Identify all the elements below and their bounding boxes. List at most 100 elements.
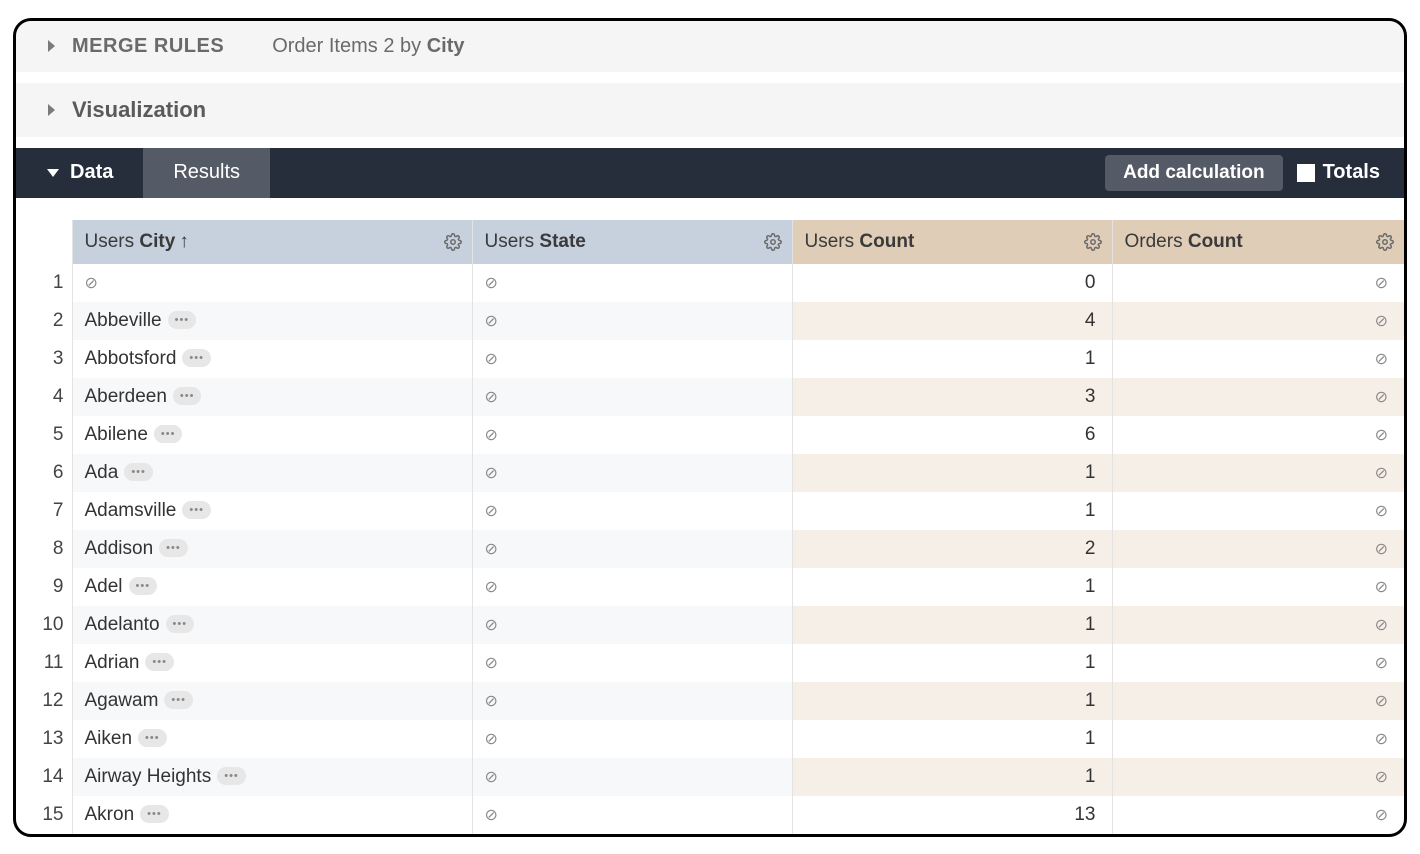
cell-orders-count[interactable]: ⊘ — [1112, 758, 1404, 796]
cell-orders-count[interactable]: ⊘ — [1112, 454, 1404, 492]
null-icon: ⊘ — [1375, 387, 1388, 407]
cell-city[interactable]: Akron••• — [72, 796, 472, 834]
merge-rules-section[interactable]: MERGE RULES Order Items 2 by City — [16, 21, 1404, 73]
cell-city[interactable]: Adrian ••• — [72, 644, 472, 682]
cell-orders-count[interactable]: ⊘ — [1112, 530, 1404, 568]
cell-state[interactable]: ⊘ — [472, 264, 792, 302]
cell-city[interactable]: Abbotsford••• — [72, 340, 472, 378]
cell-state[interactable]: ⊘ — [472, 606, 792, 644]
cell-orders-count[interactable]: ⊘ — [1112, 264, 1404, 302]
cell-orders-count[interactable]: ⊘ — [1112, 340, 1404, 378]
cell-city[interactable]: Addison••• — [72, 530, 472, 568]
cell-city[interactable]: Abbeville••• — [72, 302, 472, 340]
totals-toggle[interactable]: Totals — [1297, 148, 1404, 198]
cell-users-count[interactable]: 1 — [792, 568, 1112, 606]
null-icon: ⊘ — [1375, 349, 1388, 369]
cell-users-count[interactable]: 13 — [792, 796, 1112, 834]
checkbox-icon[interactable] — [1297, 164, 1315, 182]
cell-orders-count[interactable]: ⊘ — [1112, 492, 1404, 530]
tab-results[interactable]: Results — [143, 148, 270, 198]
table-row: 5Abilene•••⊘6⊘ — [16, 416, 1404, 454]
cell-state[interactable]: ⊘ — [472, 340, 792, 378]
ellipsis-icon[interactable]: ••• — [217, 767, 246, 785]
ellipsis-icon[interactable]: ••• — [138, 729, 167, 747]
cell-state[interactable]: ⊘ — [472, 302, 792, 340]
cell-users-count[interactable]: 1 — [792, 720, 1112, 758]
gear-icon[interactable] — [1084, 233, 1102, 251]
cell-state[interactable]: ⊘ — [472, 530, 792, 568]
column-users-count[interactable]: Users Count — [792, 220, 1112, 264]
cell-city[interactable]: Agawam••• — [72, 682, 472, 720]
ellipsis-icon[interactable]: ••• — [173, 387, 202, 405]
cell-state[interactable]: ⊘ — [472, 758, 792, 796]
null-icon: ⊘ — [1375, 539, 1388, 559]
gear-icon[interactable] — [444, 233, 462, 251]
cell-users-count[interactable]: 6 — [792, 416, 1112, 454]
gear-icon[interactable] — [1376, 233, 1394, 251]
null-icon: ⊘ — [485, 311, 498, 331]
ellipsis-icon[interactable]: ••• — [140, 805, 169, 823]
cell-users-count[interactable]: 0 — [792, 264, 1112, 302]
ellipsis-icon[interactable]: ••• — [159, 539, 188, 557]
cell-users-count[interactable]: 1 — [792, 340, 1112, 378]
cell-state[interactable]: ⊘ — [472, 492, 792, 530]
cell-orders-count[interactable]: ⊘ — [1112, 416, 1404, 454]
row-number: 9 — [16, 568, 72, 606]
cell-state[interactable]: ⊘ — [472, 416, 792, 454]
ellipsis-icon[interactable]: ••• — [154, 425, 183, 443]
ellipsis-icon[interactable]: ••• — [168, 311, 197, 329]
cell-city-value: Adamsville — [85, 500, 177, 521]
cell-orders-count[interactable]: ⊘ — [1112, 720, 1404, 758]
cell-orders-count[interactable]: ⊘ — [1112, 606, 1404, 644]
cell-state[interactable]: ⊘ — [472, 644, 792, 682]
cell-city-value: Adrian — [85, 652, 140, 673]
ellipsis-icon[interactable]: ••• — [182, 501, 211, 519]
cell-orders-count[interactable]: ⊘ — [1112, 682, 1404, 720]
cell-city[interactable]: Adelanto••• — [72, 606, 472, 644]
cell-users-count[interactable]: 1 — [792, 644, 1112, 682]
ellipsis-icon[interactable]: ••• — [166, 615, 195, 633]
cell-users-count[interactable]: 1 — [792, 606, 1112, 644]
cell-city[interactable]: Airway Heights••• — [72, 758, 472, 796]
cell-orders-count[interactable]: ⊘ — [1112, 796, 1404, 834]
column-orders-count[interactable]: Orders Count — [1112, 220, 1404, 264]
add-calculation-button[interactable]: Add calculation — [1105, 155, 1282, 191]
cell-users-count[interactable]: 1 — [792, 492, 1112, 530]
ellipsis-icon[interactable]: ••• — [182, 349, 211, 367]
sort-asc-icon: ↑ — [179, 231, 189, 252]
cell-orders-count[interactable]: ⊘ — [1112, 378, 1404, 416]
cell-state[interactable]: ⊘ — [472, 378, 792, 416]
column-users-state[interactable]: Users State — [472, 220, 792, 264]
ellipsis-icon[interactable]: ••• — [129, 577, 158, 595]
cell-state[interactable]: ⊘ — [472, 454, 792, 492]
cell-city[interactable]: Aiken••• — [72, 720, 472, 758]
cell-users-count[interactable]: 1 — [792, 758, 1112, 796]
ellipsis-icon[interactable]: ••• — [145, 653, 174, 671]
cell-users-count[interactable]: 1 — [792, 454, 1112, 492]
cell-orders-count[interactable]: ⊘ — [1112, 302, 1404, 340]
cell-users-count[interactable]: 4 — [792, 302, 1112, 340]
cell-city[interactable]: Abilene••• — [72, 416, 472, 454]
cell-state[interactable]: ⊘ — [472, 796, 792, 834]
cell-users-count[interactable]: 3 — [792, 378, 1112, 416]
column-users-city[interactable]: Users City↑ — [72, 220, 472, 264]
cell-city[interactable]: Ada••• — [72, 454, 472, 492]
cell-state[interactable]: ⊘ — [472, 568, 792, 606]
cell-city[interactable]: Aberdeen ••• — [72, 378, 472, 416]
cell-city-value: Aberdeen — [85, 386, 167, 407]
cell-orders-count[interactable]: ⊘ — [1112, 568, 1404, 606]
cell-city[interactable]: Adamsville ••• — [72, 492, 472, 530]
cell-orders-count[interactable]: ⊘ — [1112, 644, 1404, 682]
cell-state[interactable]: ⊘ — [472, 682, 792, 720]
cell-state[interactable]: ⊘ — [472, 720, 792, 758]
visualization-section[interactable]: Visualization — [16, 83, 1404, 138]
ellipsis-icon[interactable]: ••• — [164, 691, 193, 709]
ellipsis-icon[interactable]: ••• — [124, 463, 153, 481]
null-icon: ⊘ — [1375, 311, 1388, 331]
tab-data[interactable]: Data — [16, 148, 143, 198]
cell-users-count[interactable]: 1 — [792, 682, 1112, 720]
cell-city[interactable]: Adel••• — [72, 568, 472, 606]
cell-city[interactable]: ⊘ — [72, 264, 472, 302]
cell-users-count[interactable]: 2 — [792, 530, 1112, 568]
gear-icon[interactable] — [764, 233, 782, 251]
